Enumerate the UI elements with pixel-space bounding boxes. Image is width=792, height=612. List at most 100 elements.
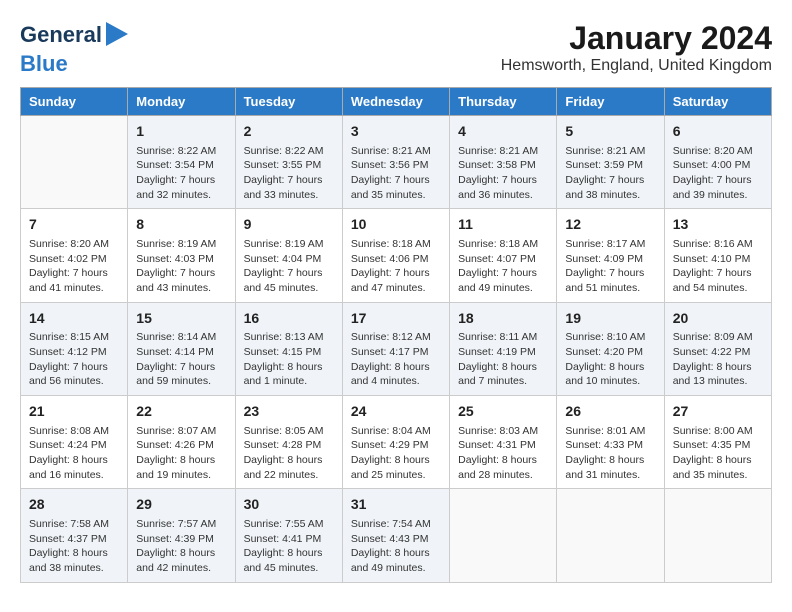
day-number: 19 xyxy=(565,309,655,329)
day-number: 7 xyxy=(29,215,119,235)
logo: General Blue xyxy=(20,20,128,77)
calendar-cell: 1 Sunrise: 8:22 AM Sunset: 3:54 PM Dayli… xyxy=(128,116,235,209)
day-sunrise: Sunrise: 8:21 AM xyxy=(565,144,655,159)
day-number: 23 xyxy=(244,402,334,422)
day-number: 2 xyxy=(244,122,334,142)
day-daylight: Daylight: 7 hours and 36 minutes. xyxy=(458,173,548,202)
day-sunset: Sunset: 4:31 PM xyxy=(458,438,548,453)
col-thursday: Thursday xyxy=(450,88,557,116)
day-daylight: Daylight: 7 hours and 38 minutes. xyxy=(565,173,655,202)
calendar-cell: 6 Sunrise: 8:20 AM Sunset: 4:00 PM Dayli… xyxy=(664,116,771,209)
day-daylight: Daylight: 8 hours and 35 minutes. xyxy=(673,453,763,482)
col-saturday: Saturday xyxy=(664,88,771,116)
calendar-cell: 23 Sunrise: 8:05 AM Sunset: 4:28 PM Dayl… xyxy=(235,396,342,489)
day-sunset: Sunset: 4:43 PM xyxy=(351,532,441,547)
calendar-cell: 20 Sunrise: 8:09 AM Sunset: 4:22 PM Dayl… xyxy=(664,302,771,395)
calendar-cell: 8 Sunrise: 8:19 AM Sunset: 4:03 PM Dayli… xyxy=(128,209,235,302)
day-number: 22 xyxy=(136,402,226,422)
day-number: 16 xyxy=(244,309,334,329)
calendar-cell: 19 Sunrise: 8:10 AM Sunset: 4:20 PM Dayl… xyxy=(557,302,664,395)
day-number: 31 xyxy=(351,495,441,515)
day-sunset: Sunset: 3:54 PM xyxy=(136,158,226,173)
day-sunset: Sunset: 3:59 PM xyxy=(565,158,655,173)
day-sunrise: Sunrise: 8:10 AM xyxy=(565,330,655,345)
calendar-week-row: 28 Sunrise: 7:58 AM Sunset: 4:37 PM Dayl… xyxy=(21,489,772,582)
day-sunrise: Sunrise: 8:21 AM xyxy=(351,144,441,159)
calendar-cell: 2 Sunrise: 8:22 AM Sunset: 3:55 PM Dayli… xyxy=(235,116,342,209)
day-sunrise: Sunrise: 8:04 AM xyxy=(351,424,441,439)
day-sunset: Sunset: 4:28 PM xyxy=(244,438,334,453)
calendar-cell: 22 Sunrise: 8:07 AM Sunset: 4:26 PM Dayl… xyxy=(128,396,235,489)
day-sunset: Sunset: 4:07 PM xyxy=(458,252,548,267)
day-number: 14 xyxy=(29,309,119,329)
day-sunrise: Sunrise: 8:03 AM xyxy=(458,424,548,439)
day-number: 5 xyxy=(565,122,655,142)
logo-text: General xyxy=(20,23,102,47)
day-number: 17 xyxy=(351,309,441,329)
day-sunset: Sunset: 4:35 PM xyxy=(673,438,763,453)
day-sunrise: Sunrise: 8:05 AM xyxy=(244,424,334,439)
day-daylight: Daylight: 7 hours and 54 minutes. xyxy=(673,266,763,295)
day-number: 26 xyxy=(565,402,655,422)
day-number: 3 xyxy=(351,122,441,142)
day-sunset: Sunset: 4:15 PM xyxy=(244,345,334,360)
calendar-week-row: 21 Sunrise: 8:08 AM Sunset: 4:24 PM Dayl… xyxy=(21,396,772,489)
day-sunset: Sunset: 4:06 PM xyxy=(351,252,441,267)
calendar-cell: 26 Sunrise: 8:01 AM Sunset: 4:33 PM Dayl… xyxy=(557,396,664,489)
day-number: 29 xyxy=(136,495,226,515)
day-number: 6 xyxy=(673,122,763,142)
calendar-cell: 13 Sunrise: 8:16 AM Sunset: 4:10 PM Dayl… xyxy=(664,209,771,302)
day-sunset: Sunset: 4:00 PM xyxy=(673,158,763,173)
day-sunset: Sunset: 4:37 PM xyxy=(29,532,119,547)
day-daylight: Daylight: 7 hours and 56 minutes. xyxy=(29,360,119,389)
day-sunrise: Sunrise: 8:07 AM xyxy=(136,424,226,439)
day-sunset: Sunset: 4:19 PM xyxy=(458,345,548,360)
day-number: 27 xyxy=(673,402,763,422)
day-daylight: Daylight: 7 hours and 59 minutes. xyxy=(136,360,226,389)
day-sunrise: Sunrise: 8:19 AM xyxy=(136,237,226,252)
day-daylight: Daylight: 8 hours and 1 minute. xyxy=(244,360,334,389)
calendar-cell: 15 Sunrise: 8:14 AM Sunset: 4:14 PM Dayl… xyxy=(128,302,235,395)
logo-general: General xyxy=(20,22,102,47)
calendar-week-row: 1 Sunrise: 8:22 AM Sunset: 3:54 PM Dayli… xyxy=(21,116,772,209)
day-number: 28 xyxy=(29,495,119,515)
day-daylight: Daylight: 8 hours and 42 minutes. xyxy=(136,546,226,575)
day-daylight: Daylight: 8 hours and 38 minutes. xyxy=(29,546,119,575)
day-number: 11 xyxy=(458,215,548,235)
col-tuesday: Tuesday xyxy=(235,88,342,116)
col-sunday: Sunday xyxy=(21,88,128,116)
day-sunrise: Sunrise: 7:57 AM xyxy=(136,517,226,532)
day-daylight: Daylight: 7 hours and 41 minutes. xyxy=(29,266,119,295)
calendar-cell xyxy=(450,489,557,582)
day-daylight: Daylight: 8 hours and 25 minutes. xyxy=(351,453,441,482)
day-daylight: Daylight: 8 hours and 10 minutes. xyxy=(565,360,655,389)
day-sunrise: Sunrise: 7:55 AM xyxy=(244,517,334,532)
day-sunset: Sunset: 3:58 PM xyxy=(458,158,548,173)
day-daylight: Daylight: 7 hours and 35 minutes. xyxy=(351,173,441,202)
day-number: 24 xyxy=(351,402,441,422)
day-sunrise: Sunrise: 8:01 AM xyxy=(565,424,655,439)
day-sunrise: Sunrise: 8:09 AM xyxy=(673,330,763,345)
calendar-cell: 14 Sunrise: 8:15 AM Sunset: 4:12 PM Dayl… xyxy=(21,302,128,395)
day-sunset: Sunset: 4:10 PM xyxy=(673,252,763,267)
day-sunset: Sunset: 3:56 PM xyxy=(351,158,441,173)
day-sunrise: Sunrise: 8:20 AM xyxy=(673,144,763,159)
day-daylight: Daylight: 7 hours and 39 minutes. xyxy=(673,173,763,202)
day-sunset: Sunset: 4:03 PM xyxy=(136,252,226,267)
day-sunset: Sunset: 4:04 PM xyxy=(244,252,334,267)
calendar-cell: 12 Sunrise: 8:17 AM Sunset: 4:09 PM Dayl… xyxy=(557,209,664,302)
day-sunset: Sunset: 3:55 PM xyxy=(244,158,334,173)
day-sunrise: Sunrise: 8:18 AM xyxy=(458,237,548,252)
day-sunrise: Sunrise: 8:22 AM xyxy=(244,144,334,159)
calendar-cell xyxy=(664,489,771,582)
day-sunset: Sunset: 4:14 PM xyxy=(136,345,226,360)
calendar-cell xyxy=(21,116,128,209)
day-number: 13 xyxy=(673,215,763,235)
day-daylight: Daylight: 8 hours and 22 minutes. xyxy=(244,453,334,482)
day-number: 9 xyxy=(244,215,334,235)
logo-blue: Blue xyxy=(20,51,128,77)
day-daylight: Daylight: 7 hours and 45 minutes. xyxy=(244,266,334,295)
calendar-cell: 24 Sunrise: 8:04 AM Sunset: 4:29 PM Dayl… xyxy=(342,396,449,489)
calendar-cell: 27 Sunrise: 8:00 AM Sunset: 4:35 PM Dayl… xyxy=(664,396,771,489)
calendar-cell: 17 Sunrise: 8:12 AM Sunset: 4:17 PM Dayl… xyxy=(342,302,449,395)
